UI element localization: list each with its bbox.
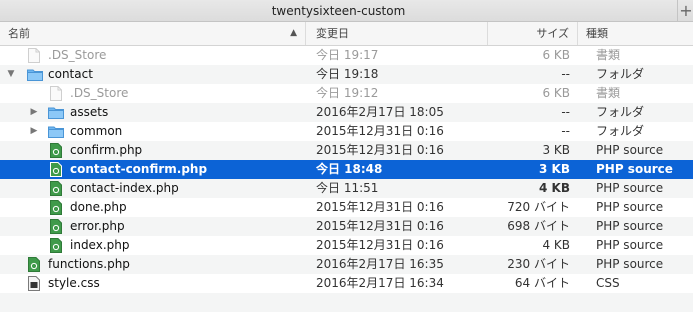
- column-kind-header[interactable]: 種類: [578, 22, 693, 45]
- file-size: --: [561, 105, 570, 119]
- file-size: 230 バイト: [507, 257, 570, 271]
- file-date: 2016年2月17日 18:05: [316, 105, 444, 119]
- column-name-header[interactable]: 名前 ▲: [0, 22, 306, 45]
- file-name: error.php: [70, 219, 125, 233]
- file-date: 2015年12月31日 0:16: [316, 238, 444, 252]
- file-date: 2015年12月31日 0:16: [316, 219, 444, 233]
- file-name: common: [70, 124, 123, 138]
- folder-row-common[interactable]: ▶ common 2015年12月31日 0:16 -- フォルダ: [0, 122, 693, 141]
- file-date: 今日 19:12: [316, 86, 379, 100]
- sort-chevron-icon: ▲: [290, 28, 297, 38]
- empty-row: [0, 312, 693, 331]
- file-kind: フォルダ: [596, 124, 645, 138]
- file-kind: PHP source: [596, 143, 664, 157]
- disclosure-collapsed-icon[interactable]: ▶: [29, 103, 39, 122]
- file-size: 4 KB: [539, 181, 570, 195]
- file-size: 720 バイト: [507, 200, 570, 214]
- file-row-contact-ds-store[interactable]: .DS_Store 今日 19:12 6 KB 書類: [0, 84, 693, 103]
- file-size: 698 バイト: [507, 219, 570, 233]
- file-name: .DS_Store: [48, 48, 107, 62]
- file-kind: PHP source: [596, 238, 664, 252]
- file-kind: PHP source: [596, 219, 664, 233]
- file-row-index-php[interactable]: index.php 2015年12月31日 0:16 4 KB PHP sour…: [0, 236, 693, 255]
- file-kind: 書類: [596, 48, 621, 62]
- file-date: 今日 19:17: [316, 48, 379, 62]
- file-row-done-php[interactable]: done.php 2015年12月31日 0:16 720 バイト PHP so…: [0, 198, 693, 217]
- file-kind: フォルダ: [596, 67, 645, 81]
- file-size: --: [561, 124, 570, 138]
- new-tab-button[interactable]: +: [679, 0, 693, 22]
- column-date-label: 変更日: [316, 27, 349, 40]
- column-size-label: サイズ: [536, 27, 569, 40]
- file-size: --: [561, 67, 570, 81]
- file-name: contact-confirm.php: [70, 162, 208, 176]
- column-kind-label: 種類: [586, 27, 608, 40]
- php-file-icon: [28, 257, 40, 272]
- file-date: 2016年2月17日 16:35: [316, 257, 444, 271]
- php-file-icon: [50, 162, 62, 177]
- file-size: 64 バイト: [514, 276, 570, 290]
- php-file-icon: [50, 238, 62, 253]
- file-size: 6 KB: [542, 86, 570, 100]
- php-file-icon: [50, 219, 62, 234]
- file-size: 3 KB: [539, 162, 570, 176]
- file-name: .DS_Store: [70, 86, 129, 100]
- file-row-ds-store[interactable]: .DS_Store 今日 19:17 6 KB 書類: [0, 46, 693, 65]
- php-file-icon: [50, 143, 62, 158]
- file-kind: 書類: [596, 86, 621, 100]
- column-header: 名前 ▲ 変更日 サイズ 種類: [0, 22, 693, 46]
- file-name: style.css: [48, 276, 100, 290]
- file-kind: PHP source: [596, 200, 664, 214]
- folder-icon: [48, 107, 64, 119]
- tab-twentysixteen-custom[interactable]: twentysixteen-custom: [0, 0, 678, 22]
- empty-row: [0, 293, 693, 312]
- file-date: 2015年12月31日 0:16: [316, 124, 444, 138]
- file-name: index.php: [70, 238, 130, 252]
- file-row-error-php[interactable]: error.php 2015年12月31日 0:16 698 バイト PHP s…: [0, 217, 693, 236]
- document-icon: [50, 86, 62, 101]
- file-size: 4 KB: [542, 238, 570, 252]
- tab-bar: twentysixteen-custom +: [0, 0, 693, 22]
- file-date: 2015年12月31日 0:16: [316, 143, 444, 157]
- file-name: done.php: [70, 200, 127, 214]
- folder-icon: [27, 69, 43, 81]
- file-date: 今日 11:51: [316, 181, 379, 195]
- file-kind: PHP source: [596, 181, 664, 195]
- file-size: 6 KB: [542, 48, 570, 62]
- file-name: contact-index.php: [70, 181, 179, 195]
- file-date: 2016年2月17日 16:34: [316, 276, 444, 290]
- file-size: 3 KB: [542, 143, 570, 157]
- file-row-functions-php[interactable]: functions.php 2016年2月17日 16:35 230 バイト P…: [0, 255, 693, 274]
- file-name: functions.php: [48, 257, 130, 271]
- file-kind: フォルダ: [596, 105, 645, 119]
- php-file-icon: [50, 181, 62, 196]
- file-row-contact-index-php[interactable]: contact-index.php 今日 11:51 4 KB PHP sour…: [0, 179, 693, 198]
- file-row-confirm-php[interactable]: confirm.php 2015年12月31日 0:16 3 KB PHP so…: [0, 141, 693, 160]
- folder-row-assets[interactable]: ▶ assets 2016年2月17日 18:05 -- フォルダ: [0, 103, 693, 122]
- disclosure-expanded-icon[interactable]: ▼: [6, 65, 16, 84]
- column-date-header[interactable]: 変更日: [306, 22, 488, 45]
- file-date: 2015年12月31日 0:16: [316, 200, 444, 214]
- column-name-label: 名前: [8, 27, 30, 40]
- file-name: contact: [48, 67, 93, 81]
- file-kind: CSS: [596, 276, 620, 290]
- folder-icon: [48, 126, 64, 138]
- file-kind: PHP source: [596, 257, 664, 271]
- css-file-icon: [28, 276, 40, 291]
- folder-row-contact[interactable]: ▼ contact 今日 19:18 -- フォルダ: [0, 65, 693, 84]
- file-row-style-css[interactable]: style.css 2016年2月17日 16:34 64 バイト CSS: [0, 274, 693, 293]
- file-row-contact-confirm-php[interactable]: contact-confirm.php 今日 18:48 3 KB PHP so…: [0, 160, 693, 179]
- column-size-header[interactable]: サイズ: [488, 22, 578, 45]
- file-list: .DS_Store 今日 19:17 6 KB 書類 ▼ contact 今日 …: [0, 46, 693, 331]
- file-date: 今日 19:18: [316, 67, 379, 81]
- file-date: 今日 18:48: [316, 162, 383, 176]
- file-name: assets: [70, 105, 109, 119]
- document-icon: [28, 48, 40, 63]
- php-file-icon: [50, 200, 62, 215]
- disclosure-collapsed-icon[interactable]: ▶: [29, 122, 39, 141]
- file-kind: PHP source: [596, 162, 673, 176]
- file-name: confirm.php: [70, 143, 143, 157]
